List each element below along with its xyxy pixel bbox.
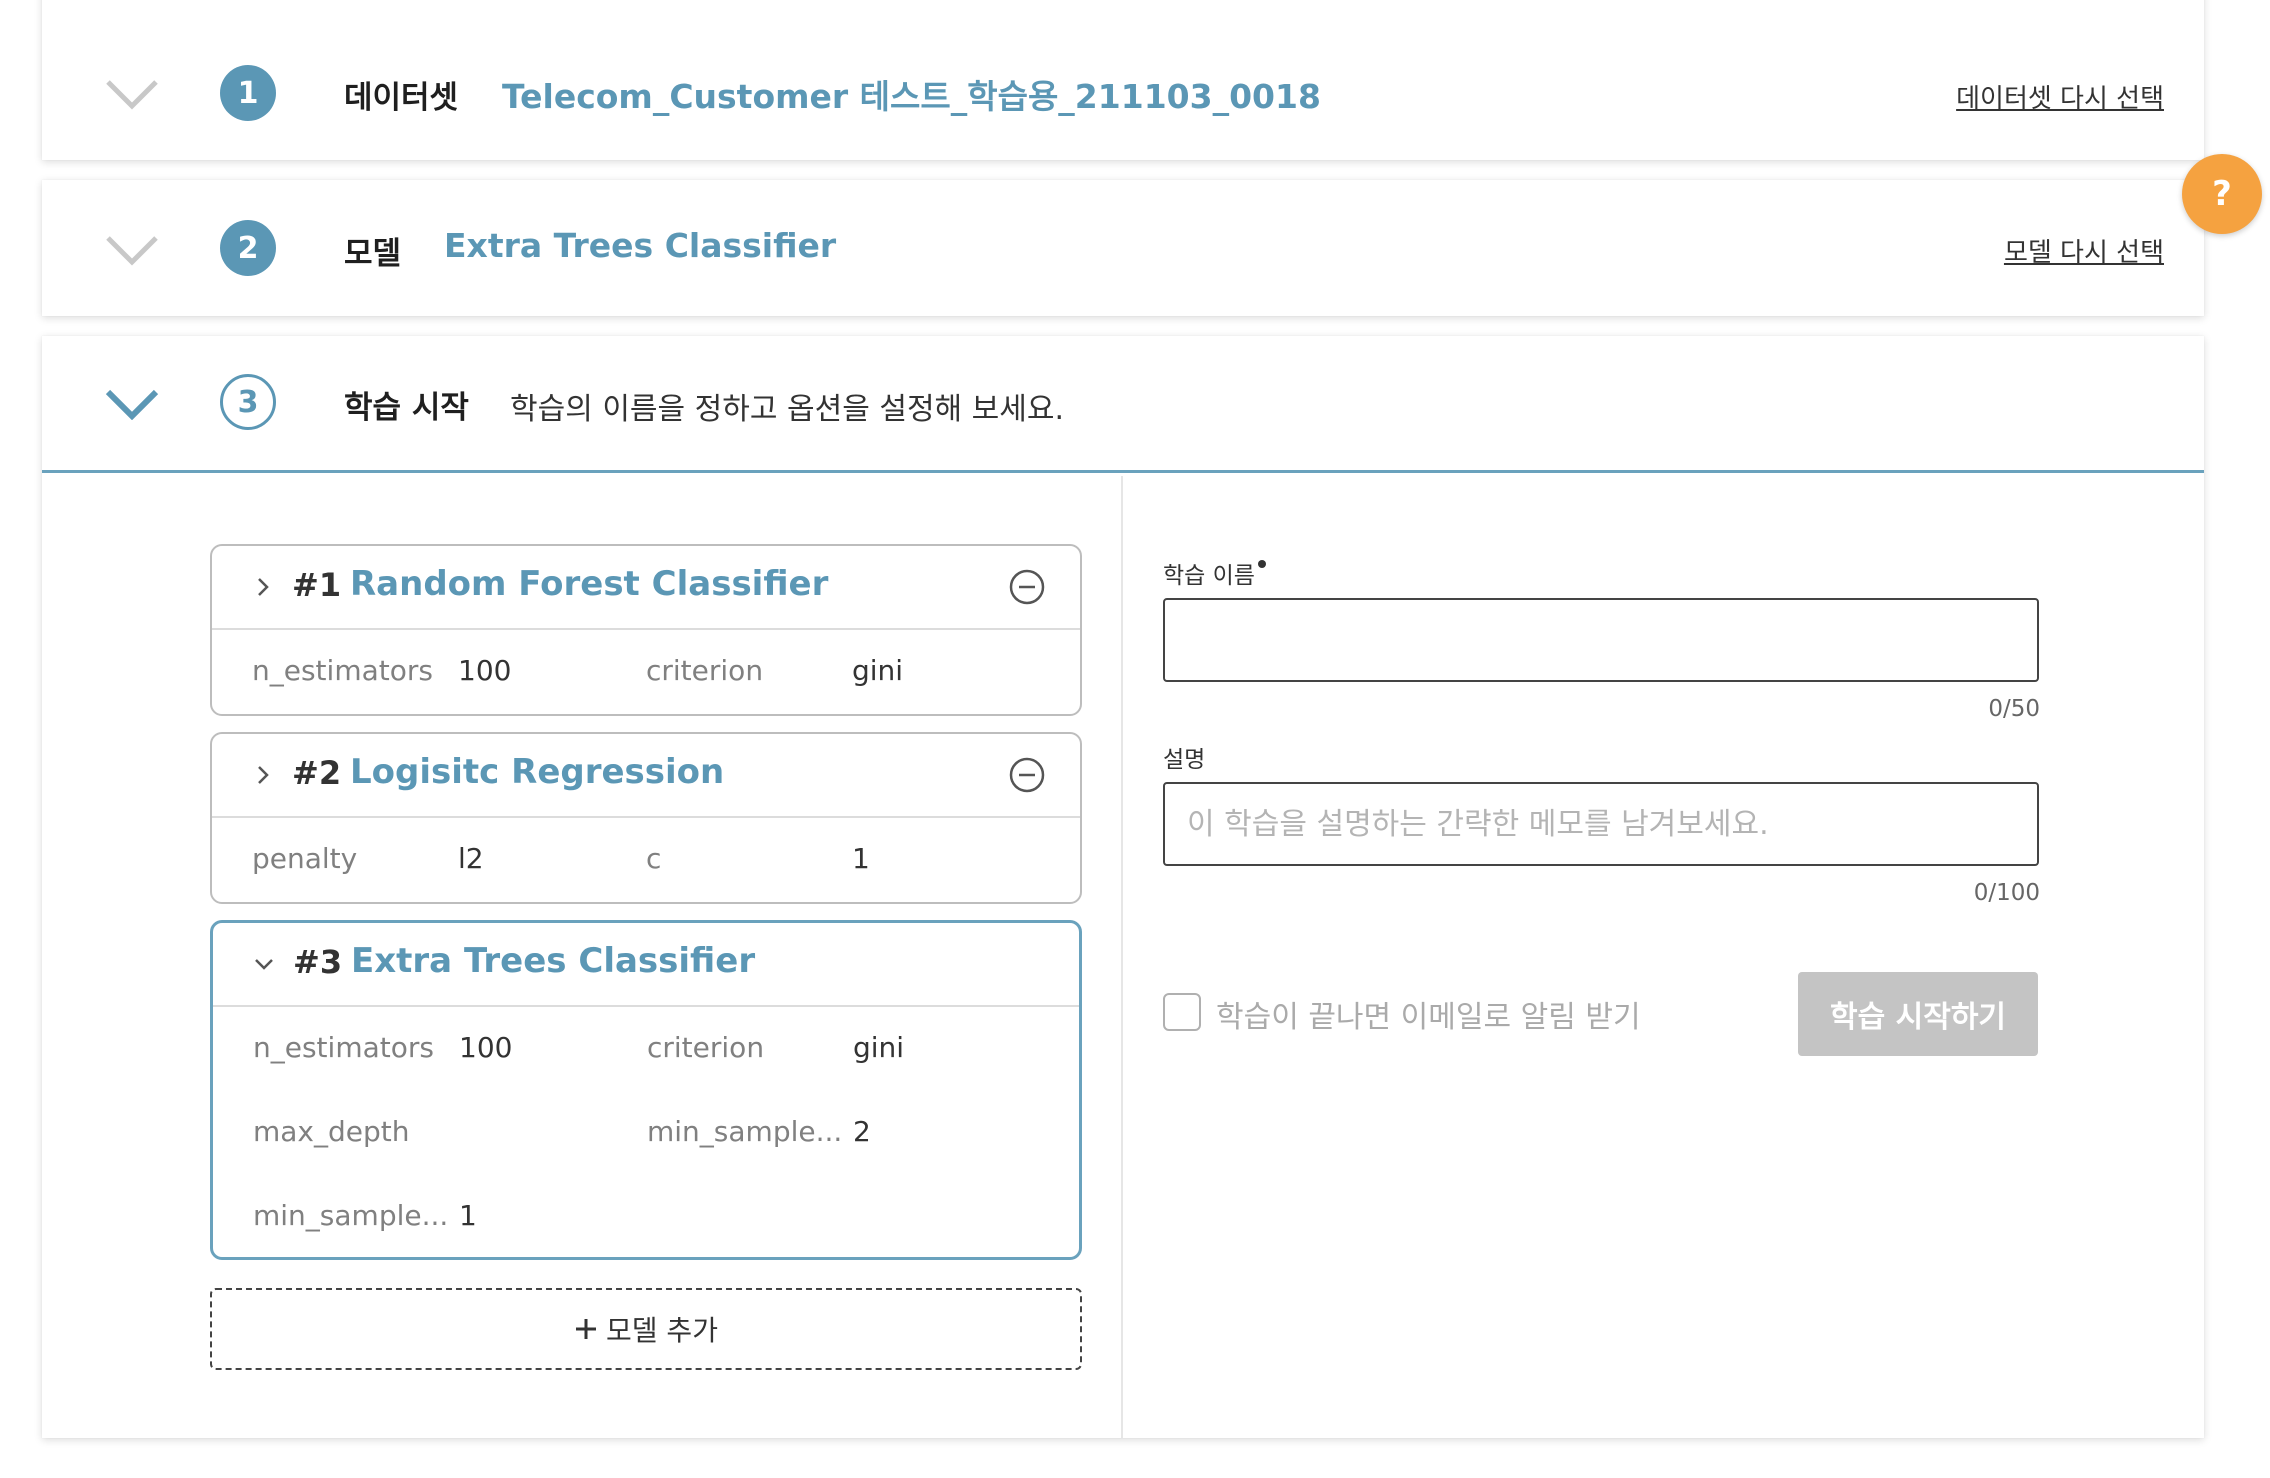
description-label: 설명	[1163, 747, 1206, 773]
reselect-model-link[interactable]: 모델 다시 선택	[2004, 232, 2164, 269]
param-key: criterion	[646, 654, 764, 687]
training-name-counter: 0/50	[1988, 696, 2040, 722]
email-notify-checkbox[interactable]	[1163, 993, 1201, 1031]
email-notify-label[interactable]: 학습이 끝나면 이메일로 알림 받기	[1216, 992, 1641, 1036]
description-input[interactable]	[1163, 782, 2039, 866]
selected-model-name: Extra Trees Classifier	[444, 226, 837, 265]
param-row: penalty l2 c 1	[212, 818, 1080, 902]
model-name: Random Forest Classifier	[350, 564, 829, 604]
plus-icon	[576, 1319, 597, 1339]
step-description: 학습의 이름을 정하고 옵션을 설정해 보세요.	[510, 392, 1065, 427]
training-name-label: 학습 이름	[1163, 556, 1266, 590]
param-key: n_estimators	[252, 654, 433, 687]
description-counter: 0/100	[1973, 880, 2040, 906]
param-value: gini	[853, 1031, 905, 1064]
param-key: min_sample...	[253, 1199, 449, 1232]
param-key: penalty	[252, 842, 358, 875]
training-name-input[interactable]	[1163, 598, 2039, 682]
chevron-down-icon[interactable]	[104, 234, 160, 266]
model-card-header[interactable]: #1 Random Forest Classifier	[212, 546, 1080, 630]
chevron-down-icon[interactable]	[104, 388, 160, 420]
column-divider	[1121, 476, 1123, 1438]
step-number-badge: 2	[220, 220, 276, 276]
model-card-2: #2 Logisitc Regression penalty l2 c 1	[210, 732, 1082, 904]
start-training-button[interactable]: 학습 시작하기	[1798, 972, 2038, 1056]
param-key: n_estimators	[253, 1031, 434, 1064]
param-row: n_estimators 100 criterion gini	[213, 1007, 1079, 1091]
reselect-dataset-link[interactable]: 데이터셋 다시 선택	[1956, 78, 2164, 115]
step-model-card: 2 모델 Extra Trees Classifier 모델 다시 선택	[42, 180, 2204, 316]
chevron-down-icon[interactable]	[104, 78, 160, 110]
param-key: max_depth	[253, 1115, 410, 1148]
step-dataset-card: 1 데이터셋 Telecom_Customer 테스트_학습용_211103_0…	[42, 0, 2204, 160]
param-row: max_depth min_sample... 2	[213, 1091, 1079, 1175]
step-title: 데이터셋	[344, 80, 459, 116]
chevron-right-icon[interactable]	[252, 764, 274, 786]
help-button[interactable]: ?	[2182, 154, 2262, 234]
model-card-header[interactable]: #2 Logisitc Regression	[212, 734, 1080, 818]
add-model-label: 모델 추가	[606, 1314, 718, 1347]
header-divider	[42, 470, 2204, 473]
page: 1 데이터셋 Telecom_Customer 테스트_학습용_211103_0…	[0, 0, 2270, 1478]
param-value: gini	[852, 654, 904, 687]
param-row: min_sample... 1	[213, 1175, 1079, 1257]
param-value: 1	[459, 1199, 477, 1232]
param-row: n_estimators 100 criterion gini	[212, 630, 1080, 714]
add-model-button[interactable]: 모델 추가	[210, 1288, 1082, 1370]
param-value: 100	[458, 654, 512, 687]
remove-model-icon[interactable]	[1008, 756, 1046, 794]
param-value: l2	[458, 842, 484, 875]
model-card-1: #1 Random Forest Classifier n_estimators…	[210, 544, 1082, 716]
step-title: 모델	[344, 236, 402, 272]
model-card-header[interactable]: #3 Extra Trees Classifier	[213, 923, 1079, 1007]
chevron-right-icon[interactable]	[252, 576, 274, 598]
model-card-3: #3 Extra Trees Classifier n_estimators 1…	[210, 920, 1082, 1260]
model-index: #2	[292, 754, 342, 792]
selected-dataset-name: Telecom_Customer 테스트_학습용_211103_0018	[502, 77, 1321, 116]
param-key: criterion	[647, 1031, 765, 1064]
model-name: Logisitc Regression	[350, 752, 725, 792]
step-number-badge: 1	[220, 65, 276, 121]
step-title: 학습 시작	[344, 390, 469, 426]
param-value: 100	[459, 1031, 513, 1064]
param-value: 1	[852, 842, 870, 875]
model-index: #1	[292, 566, 342, 604]
model-name: Extra Trees Classifier	[351, 941, 756, 981]
param-value: 2	[853, 1115, 871, 1148]
model-index: #3	[293, 943, 343, 981]
param-key: min_sample...	[647, 1115, 843, 1148]
required-indicator	[1257, 560, 1266, 568]
remove-model-icon[interactable]	[1008, 568, 1046, 606]
training-name-label-text: 학습 이름	[1163, 563, 1255, 589]
chevron-down-icon[interactable]	[253, 953, 275, 975]
step-number-badge: 3	[220, 374, 276, 430]
param-key: c	[646, 842, 662, 875]
